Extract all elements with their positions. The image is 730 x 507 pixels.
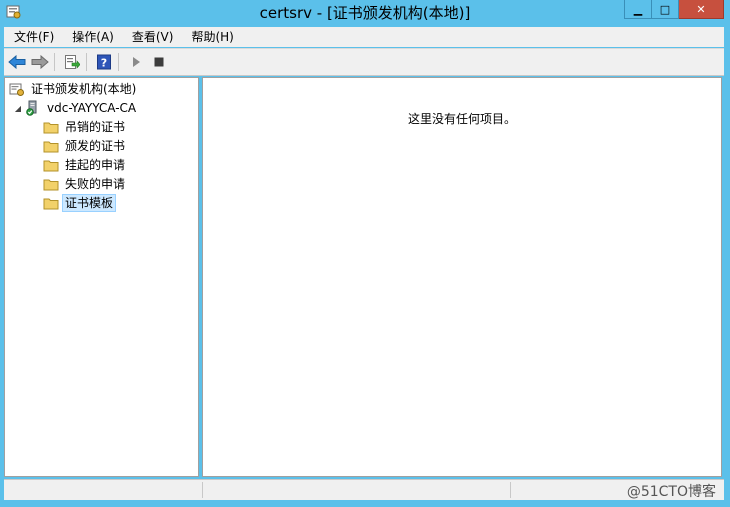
menu-view[interactable]: 查看(V) [122,27,182,47]
tree-item-ca[interactable]: ◢ vdc-YAYYCA-CA [13,99,139,117]
folder-icon [43,119,59,135]
tree-item-label: 吊销的证书 [65,120,126,134]
window-title: certsrv - [证书颁发机构(本地)] [259,4,471,22]
status-divider [202,482,203,498]
folder-icon [43,138,59,154]
minimize-button[interactable]: ▁ [624,0,652,19]
tree-item-failed-requests[interactable]: 失败的申请 [43,175,128,193]
status-bar: @51CTO博客 [4,479,724,500]
export-list-icon[interactable] [62,52,82,72]
tree-item-label: 挂起的申请 [65,158,126,172]
menu-file[interactable]: 文件(F) [4,27,62,47]
expand-arrow-icon[interactable]: ◢ [13,104,23,113]
console-tree[interactable]: 证书颁发机构(本地) ◢ vdc-YAYYCA-CA 吊销的证书 颁发的证书 挂… [4,77,199,477]
tree-item-label: vdc-YAYYCA-CA [47,101,137,115]
tree-item-label: 颁发的证书 [65,139,126,153]
tree-item-pending-requests[interactable]: 挂起的申请 [43,156,128,174]
toolbar-separator [86,53,87,71]
result-pane[interactable]: 这里没有任何项目。 [202,77,722,477]
svg-text:?: ? [101,57,107,70]
toolbar: ? [4,48,724,76]
toolbar-separator [118,53,119,71]
menu-help[interactable]: 帮助(H) [181,27,241,47]
status-divider [510,482,511,498]
folder-icon [43,176,59,192]
tree-item-label: 失败的申请 [65,177,126,191]
menu-bar: 文件(F) 操作(A) 查看(V) 帮助(H) [4,27,724,47]
menu-action[interactable]: 操作(A) [62,27,122,47]
back-arrow-icon[interactable] [7,52,27,72]
folder-icon [43,195,59,211]
app-window: certsrv - [证书颁发机构(本地)] ▁ □ ✕ 文件(F) 操作(A)… [0,0,730,507]
tree-item-issued-certificates[interactable]: 颁发的证书 [43,137,128,155]
tree-item-label: 证书模板 [62,194,117,212]
window-controls: ▁ □ ✕ [624,0,724,20]
certsrv-icon [9,81,25,97]
help-icon[interactable]: ? [94,52,114,72]
play-icon[interactable] [126,52,146,72]
empty-message: 这里没有任何项目。 [407,112,516,126]
title-bar[interactable]: certsrv - [证书颁发机构(本地)] ▁ □ ✕ [0,0,730,25]
maximize-button[interactable]: □ [652,0,679,19]
watermark: @51CTO博客 [626,484,716,500]
close-button[interactable]: ✕ [679,0,724,19]
tree-item-revoked-certificates[interactable]: 吊销的证书 [43,118,128,136]
folder-icon [43,157,59,173]
stop-icon[interactable] [149,52,169,72]
ca-server-icon [25,100,41,116]
tree-item-certificate-templates[interactable]: 证书模板 [43,194,117,212]
tree-item-label: 证书颁发机构(本地) [31,82,137,96]
tree-item-root[interactable]: 证书颁发机构(本地) [9,80,139,98]
forward-arrow-icon[interactable] [30,52,50,72]
toolbar-separator [54,53,55,71]
